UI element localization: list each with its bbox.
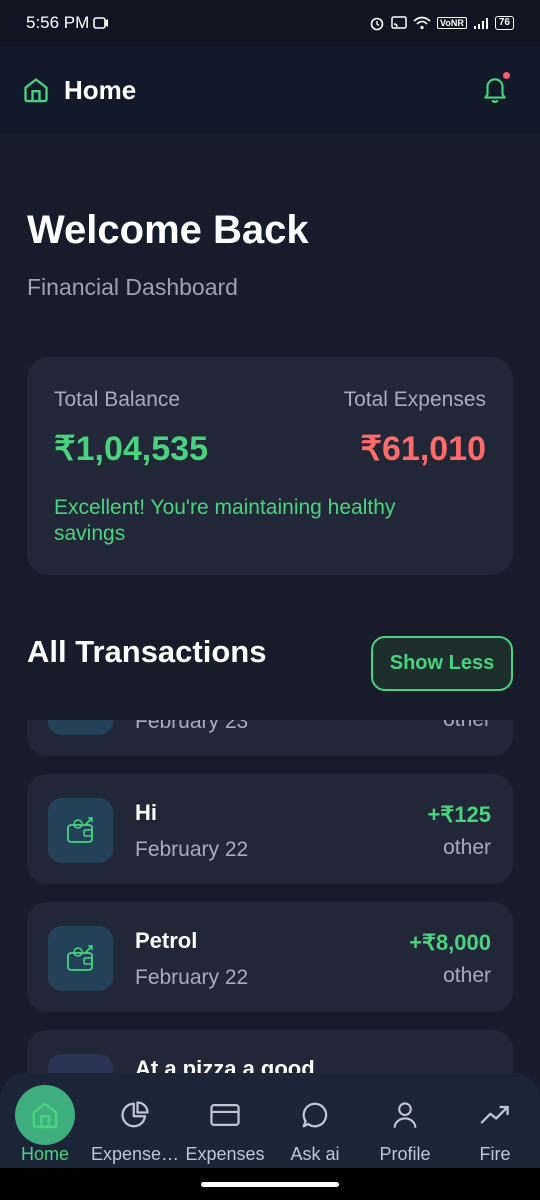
total-balance-value: ₹1,04,535: [54, 430, 208, 468]
savings-health-message: Excellent! You're maintaining healthy sa…: [54, 496, 396, 545]
show-less-button[interactable]: Show Less: [371, 636, 513, 691]
transaction-date: February 23: [135, 720, 249, 733]
pie-chart-icon: [105, 1085, 165, 1145]
nav-label: Profile: [379, 1144, 431, 1164]
transaction-date: February 22: [135, 838, 249, 861]
nav-item-home[interactable]: Home: [0, 1073, 90, 1168]
wallet-icon: [48, 720, 113, 735]
nav-item-profile[interactable]: Profile: [360, 1073, 450, 1168]
summary-card: Total Balance Total Expenses ₹1,04,535 ₹…: [27, 357, 513, 575]
status-bar: 5:56 PM VoNR 76: [0, 0, 540, 46]
list-item[interactable]: Hi February 22 +₹125 other: [27, 774, 513, 884]
total-expenses-label: Total Expenses: [343, 388, 486, 411]
transaction-amount: +₹8,000: [409, 930, 491, 955]
signal-icon: [473, 17, 488, 29]
battery-indicator: 76: [494, 16, 514, 30]
home-icon: [24, 78, 48, 103]
nav-label: Ask ai: [290, 1144, 340, 1164]
nav-label: Fire: [479, 1144, 511, 1164]
app-header: Home: [0, 46, 540, 134]
wallet-icon: [48, 798, 113, 863]
list-item[interactable]: At a pizza a good: [27, 1030, 513, 1076]
network-label: VoNR: [437, 17, 467, 29]
nav-item-fire[interactable]: Fire: [450, 1073, 540, 1168]
nav-label: Expenses: [185, 1144, 265, 1164]
notifications-button[interactable]: [482, 72, 510, 109]
cast-icon: [391, 16, 407, 29]
nav-item-expenses[interactable]: Expenses: [180, 1073, 270, 1168]
home-gesture-handle[interactable]: [201, 1182, 339, 1187]
nav-item-expense-chart[interactable]: Expense…: [90, 1073, 180, 1168]
gesture-bar: [0, 1168, 540, 1200]
transaction-title: Hi: [135, 800, 157, 825]
transactions-list[interactable]: February 23 other Hi February 22 +₹125 o…: [0, 720, 540, 1076]
nav-label: Expense…: [90, 1144, 180, 1164]
wifi-icon: [413, 16, 431, 30]
welcome-heading: Welcome Back: [27, 208, 309, 252]
user-icon: [375, 1085, 435, 1145]
transaction-category: other: [443, 720, 491, 732]
status-left: 5:56 PM: [26, 13, 109, 33]
transaction-amount: +₹125: [427, 802, 491, 827]
total-balance-label: Total Balance: [54, 388, 181, 411]
list-item[interactable]: Petrol February 22 +₹8,000 other: [27, 902, 513, 1012]
transaction-title: Petrol: [135, 928, 198, 953]
dashboard-subtitle: Financial Dashboard: [27, 274, 238, 300]
status-right: VoNR 76: [369, 15, 514, 31]
transaction-category: other: [443, 964, 491, 987]
page-title: Home: [64, 74, 137, 105]
status-time: 5:56 PM: [26, 13, 90, 32]
trend-up-icon: [465, 1085, 525, 1145]
alarm-icon: [370, 17, 384, 31]
list-item[interactable]: February 23 other: [27, 720, 513, 756]
transaction-date: February 22: [135, 966, 249, 989]
transaction-category: other: [443, 836, 491, 859]
wallet-icon: [48, 926, 113, 991]
total-expenses-value: ₹61,010: [360, 430, 486, 468]
nav-label: Home: [20, 1144, 69, 1164]
chat-icon: [285, 1085, 345, 1145]
nav-item-ask-ai[interactable]: Ask ai: [270, 1073, 360, 1168]
home-icon: [15, 1085, 75, 1145]
notification-dot: [503, 72, 510, 79]
transactions-heading: All Transactions: [27, 634, 267, 669]
screen-record-icon: [93, 17, 109, 29]
bottom-nav: Home Expense… Expenses Ask ai Profile Fi…: [0, 1073, 540, 1168]
card-icon: [195, 1085, 255, 1145]
